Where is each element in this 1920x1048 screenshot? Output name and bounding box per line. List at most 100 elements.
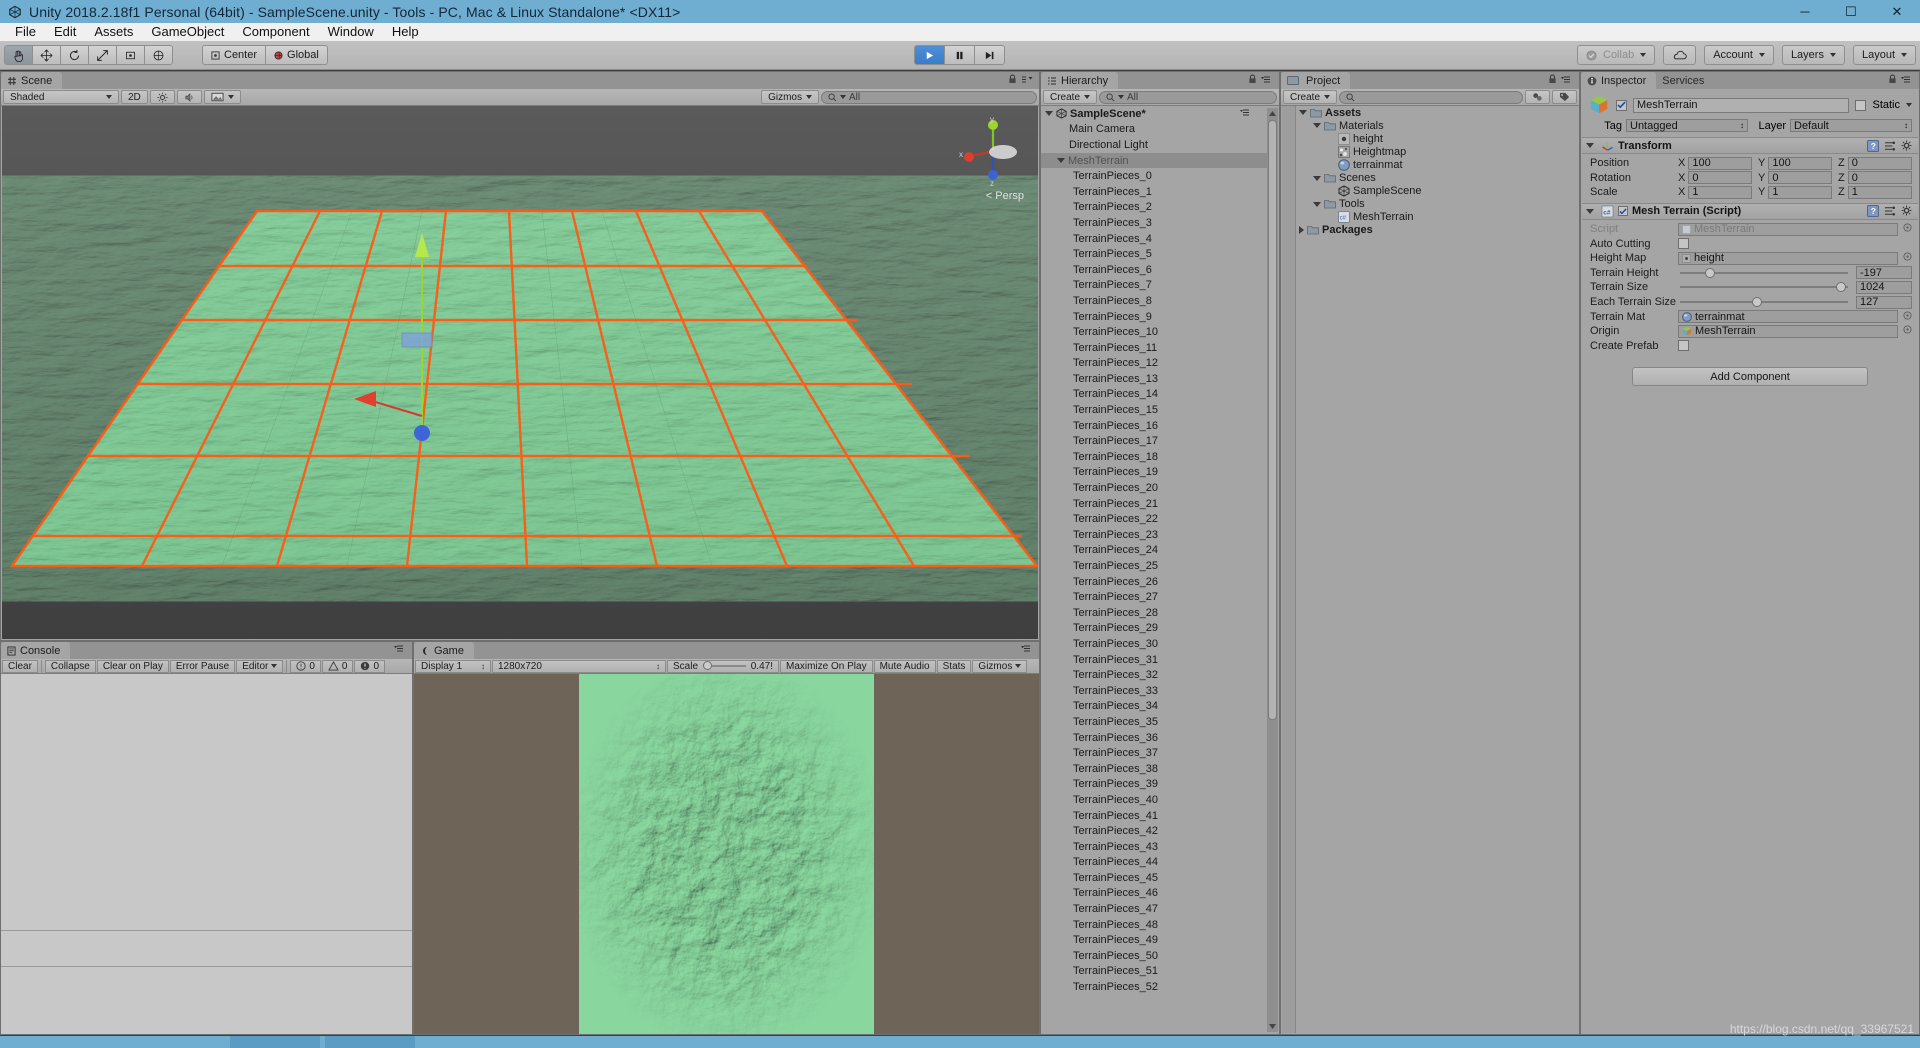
gear-icon[interactable] [1901,140,1913,152]
hierarchy-item-terrainpieces-22[interactable]: TerrainPieces_22 [1041,511,1267,527]
pivot-mode-button[interactable]: Center [202,45,267,65]
hierarchy-scroll-thumb[interactable] [1268,120,1277,720]
hierarchy-item-main-camera[interactable]: Main Camera [1041,122,1267,138]
scene-fx-dropdown[interactable] [203,90,241,104]
cloud-button[interactable] [1663,45,1697,65]
project-item-meshterrain[interactable]: c# MeshTerrain [1297,211,1579,224]
hierarchy-item-terrainpieces-31[interactable]: TerrainPieces_31 [1041,652,1267,668]
menu-file[interactable]: File [6,23,45,41]
object-picker-icon[interactable] [1903,325,1912,337]
hierarchy-item-terrainpieces-18[interactable]: TerrainPieces_18 [1041,449,1267,465]
project-item-tools[interactable]: Tools [1297,198,1579,211]
taskbar-item[interactable] [325,1036,415,1048]
transform-scale-x-field[interactable]: 1 [1688,185,1752,199]
object-field-origin[interactable]: MeshTerrain [1678,324,1898,338]
hierarchy-item-terrainpieces-35[interactable]: TerrainPieces_35 [1041,714,1267,730]
scene-panel-menu[interactable] [1008,74,1035,84]
slider-knob[interactable] [1752,297,1763,308]
project-search-input[interactable] [1339,90,1523,104]
hierarchy-create-button[interactable]: Create [1043,90,1098,104]
transform-position-x-field[interactable]: 100 [1688,156,1752,170]
hierarchy-item-terrainpieces-44[interactable]: TerrainPieces_44 [1041,855,1267,871]
hierarchy-item-terrainpieces-47[interactable]: TerrainPieces_47 [1041,901,1267,917]
slider-knob[interactable] [1836,282,1847,293]
slider-value-terrain-size[interactable]: 1024 [1856,280,1912,294]
help-icon[interactable]: ? [1867,205,1879,218]
scroll-down-arrow-icon[interactable] [1268,1021,1277,1032]
hierarchy-item-terrainpieces-30[interactable]: TerrainPieces_30 [1041,636,1267,652]
game-panel-menu[interactable] [1021,644,1035,653]
preset-icon[interactable] [1884,205,1896,217]
chevron-down-icon[interactable] [1906,103,1912,107]
hierarchy-item-terrainpieces-26[interactable]: TerrainPieces_26 [1041,574,1267,590]
object-picker-icon[interactable] [1903,311,1912,323]
hierarchy-item-terrainpieces-45[interactable]: TerrainPieces_45 [1041,870,1267,886]
script-enabled-checkbox[interactable] [1618,206,1628,217]
hand-tool-button[interactable] [4,45,33,65]
project-filter-type-button[interactable] [1525,90,1550,104]
hierarchy-item-terrainpieces-4[interactable]: TerrainPieces_4 [1041,231,1267,247]
transform-rotation-x-field[interactable]: 0 [1688,171,1752,185]
hierarchy-item-terrainpieces-51[interactable]: TerrainPieces_51 [1041,964,1267,980]
hierarchy-item-terrainpieces-2[interactable]: TerrainPieces_2 [1041,200,1267,216]
scene-projection-label[interactable]: < Persp [986,190,1024,202]
console-collapse-button[interactable]: Collapse [44,659,96,673]
hierarchy-scrollbar[interactable] [1267,108,1278,1032]
chevron-down-icon[interactable] [1313,175,1321,181]
menu-assets[interactable]: Assets [85,23,142,41]
transform-position-y-field[interactable]: 100 [1768,156,1832,170]
slider-value-each-terrain-size[interactable]: 127 [1856,295,1912,309]
hierarchy-item-terrainpieces-0[interactable]: TerrainPieces_0 [1041,168,1267,184]
mesh-terrain-component-header[interactable]: c# Mesh Terrain (Script) ? [1582,202,1918,220]
project-item-samplescene[interactable]: SampleScene [1297,185,1579,198]
transform-scale-z-field[interactable]: 1 [1847,185,1912,199]
console-error-pause-button[interactable]: Error Pause [169,659,236,673]
hierarchy-item-terrainpieces-49[interactable]: TerrainPieces_49 [1041,932,1267,948]
play-button[interactable] [914,45,945,65]
console-clear-button[interactable]: Clear [2,659,38,673]
project-panel-menu[interactable] [1548,74,1575,84]
tab-project[interactable]: Project [1281,72,1351,89]
chevron-right-icon[interactable] [1299,226,1304,235]
collab-button[interactable]: Collab [1577,45,1656,65]
transform-rotation-z-field[interactable]: 0 [1847,171,1912,185]
scroll-up-arrow-icon[interactable] [1268,108,1277,119]
hierarchy-item-terrainpieces-40[interactable]: TerrainPieces_40 [1041,792,1267,808]
transform-rotation-y-field[interactable]: 0 [1768,171,1832,185]
transform-tool-button[interactable] [144,45,173,65]
game-gizmos-dropdown[interactable]: Gizmos [972,659,1028,673]
gear-icon[interactable] [1901,205,1913,217]
tab-scene[interactable]: Scene [1,72,63,89]
object-field-height-map[interactable]: height [1678,251,1898,265]
project-filter-label-button[interactable] [1552,90,1577,104]
hierarchy-item-terrainpieces-6[interactable]: TerrainPieces_6 [1041,262,1267,278]
slider-knob[interactable] [1705,267,1716,278]
hierarchy-tree[interactable]: SampleScene* Main Camera Directional Ligh… [1041,106,1267,1034]
slider-value-terrain-height[interactable]: -197 [1856,266,1912,280]
hierarchy-item-terrainpieces-16[interactable]: TerrainPieces_16 [1041,418,1267,434]
help-icon[interactable]: ? [1867,139,1879,152]
tab-services[interactable]: Services [1656,72,1714,89]
hierarchy-item-terrainpieces-25[interactable]: TerrainPieces_25 [1041,558,1267,574]
console-panel-menu[interactable] [394,644,408,653]
tab-hierarchy[interactable]: Hierarchy [1041,72,1119,89]
hierarchy-item-terrainpieces-41[interactable]: TerrainPieces_41 [1041,808,1267,824]
hierarchy-item-terrainpieces-8[interactable]: TerrainPieces_8 [1041,293,1267,309]
move-tool-button[interactable] [32,45,61,65]
tag-dropdown[interactable]: Untagged ↕ [1626,119,1748,132]
object-picker-icon[interactable] [1903,252,1912,264]
checkbox-auto-cutting[interactable] [1678,238,1689,250]
scene-audio-toggle[interactable] [176,90,202,104]
hierarchy-item-terrainpieces-43[interactable]: TerrainPieces_43 [1041,839,1267,855]
hierarchy-item-terrainpieces-42[interactable]: TerrainPieces_42 [1041,823,1267,839]
chevron-down-icon[interactable] [1586,143,1594,148]
hierarchy-item-terrainpieces-23[interactable]: TerrainPieces_23 [1041,527,1267,543]
console-editor-dropdown[interactable]: Editor [236,659,284,673]
hierarchy-item-terrainpieces-38[interactable]: TerrainPieces_38 [1041,761,1267,777]
hierarchy-item-terrainpieces-48[interactable]: TerrainPieces_48 [1041,917,1267,933]
console-error-count[interactable]: 0 [354,659,386,673]
transform-position-z-field[interactable]: 0 [1847,156,1912,170]
transform-component-header[interactable]: Transform ? [1582,137,1918,154]
hierarchy-item-directional-light[interactable]: Directional Light [1041,137,1267,153]
scale-tool-button[interactable] [88,45,117,65]
